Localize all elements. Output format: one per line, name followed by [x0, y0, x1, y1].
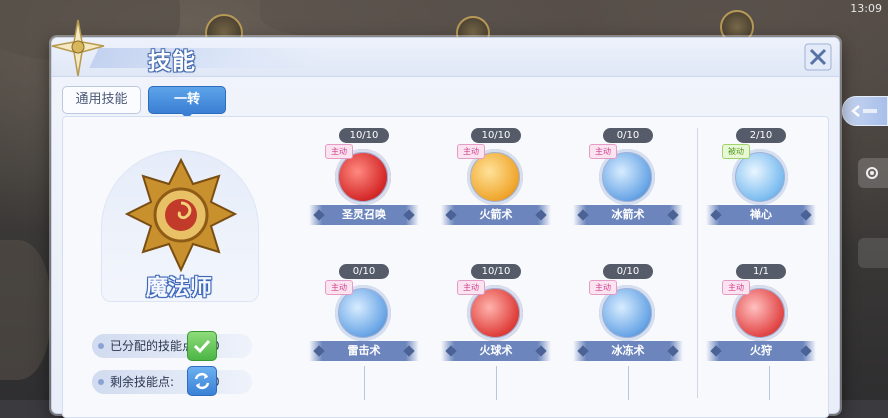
skill-type-badge: 主动 [722, 280, 750, 295]
skill-name: 冰冻术 [573, 341, 683, 361]
confirm-button[interactable] [187, 331, 217, 361]
tab-general-skills[interactable]: 通用技能 [62, 86, 141, 114]
skill-level: 2/10 [736, 128, 786, 143]
skill-node-ice-arrow[interactable]: 0/10 主动 冰箭术 [573, 128, 683, 246]
mage-class-emblem-icon [124, 157, 238, 273]
skill-type-badge: 主动 [325, 144, 353, 159]
skill-name: 雷击术 [309, 341, 419, 361]
refresh-icon [194, 372, 210, 390]
skill-node-zen-mind[interactable]: 2/10 被动 禅心 [706, 128, 816, 246]
panel-header: 技能 [52, 38, 839, 77]
skill-level: 10/10 [339, 128, 389, 143]
star-emblem-icon [51, 19, 105, 77]
close-icon[interactable] [803, 42, 833, 72]
reset-button[interactable] [187, 366, 217, 396]
skill-name: 火狩 [706, 341, 816, 361]
panel-title: 技能 [148, 49, 196, 75]
remaining-points-row: 剩余技能点: 0 [92, 370, 252, 394]
side-menu-tab[interactable] [842, 96, 888, 126]
skill-type-badge: 被动 [722, 144, 750, 159]
class-card: 魔法师 [101, 150, 259, 400]
skill-level: 0/10 [603, 128, 653, 143]
class-name: 魔法师 [145, 276, 212, 301]
skill-level: 10/10 [471, 128, 521, 143]
skill-level: 10/10 [471, 264, 521, 279]
skill-type-badge: 主动 [457, 144, 485, 159]
skill-type-badge: 主动 [589, 144, 617, 159]
gear-icon [866, 167, 878, 179]
skill-node-holy-summon[interactable]: 10/10 主动 圣灵召唤 [309, 128, 419, 246]
skill-level: 0/10 [339, 264, 389, 279]
allocated-points-label: 已分配的技能点: [110, 339, 199, 353]
skill-node-fire-arrow[interactable]: 10/10 主动 火箭术 [441, 128, 551, 246]
remaining-points-label: 剩余技能点: [110, 375, 175, 389]
checkmark-icon [193, 339, 211, 354]
chevron-left-icon [851, 105, 877, 117]
skill-node-fire-hunt[interactable]: 1/1 主动 火狩 [706, 264, 816, 382]
skill-level: 1/1 [736, 264, 786, 279]
skill-name: 冰箭术 [573, 205, 683, 225]
skill-node-frost[interactable]: 0/10 主动 冰冻术 [573, 264, 683, 382]
skill-type-badge: 主动 [589, 280, 617, 295]
clock: 13:09 [850, 2, 882, 15]
side-chip[interactable] [858, 238, 888, 268]
skill-node-fireball[interactable]: 10/10 主动 火球术 [441, 264, 551, 382]
tab-first-class[interactable]: 一转 [148, 86, 226, 119]
skill-type-badge: 主动 [325, 280, 353, 295]
skill-node-lightning[interactable]: 0/10 主动 雷击术 [309, 264, 419, 382]
skill-level: 0/10 [603, 264, 653, 279]
allocated-points-row: 已分配的技能点: 0 [92, 334, 252, 358]
side-settings-chip[interactable] [858, 158, 888, 188]
skill-column-divider [697, 128, 698, 398]
skill-name: 火球术 [441, 341, 551, 361]
skill-type-badge: 主动 [457, 280, 485, 295]
skill-name: 圣灵召唤 [309, 205, 419, 225]
skill-name: 禅心 [706, 205, 816, 225]
skill-name: 火箭术 [441, 205, 551, 225]
